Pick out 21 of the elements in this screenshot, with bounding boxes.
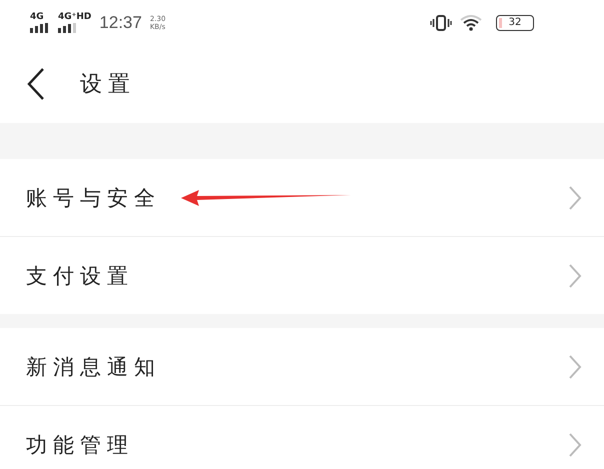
battery-level: 32	[508, 17, 522, 28]
clock: 12:37	[99, 12, 142, 32]
chevron-icon	[568, 184, 582, 210]
wifi-icon	[460, 14, 482, 30]
settings-label: 功能管理	[26, 432, 134, 458]
page-title: 设置	[80, 71, 136, 99]
network-label: 4G	[30, 12, 45, 22]
chevron-icon	[568, 432, 582, 458]
settings-label: 支付设置	[26, 262, 134, 290]
settings-label: 账号与安全	[26, 184, 161, 212]
network-label: 4G⁺HD	[58, 12, 92, 22]
vibrate-icon	[430, 14, 452, 30]
chevron-icon	[568, 354, 582, 380]
settings-item[interactable]: 功能管理	[0, 405, 604, 469]
chevron-icon	[568, 262, 582, 288]
settings-label: 新消息通知	[26, 354, 161, 380]
settings-item[interactable]: 新消息通知	[0, 328, 604, 405]
signal-icon	[30, 23, 50, 33]
signal-icon	[58, 23, 78, 33]
back-icon[interactable]	[26, 67, 46, 101]
settings-item[interactable]: 账号与安全	[0, 159, 604, 236]
